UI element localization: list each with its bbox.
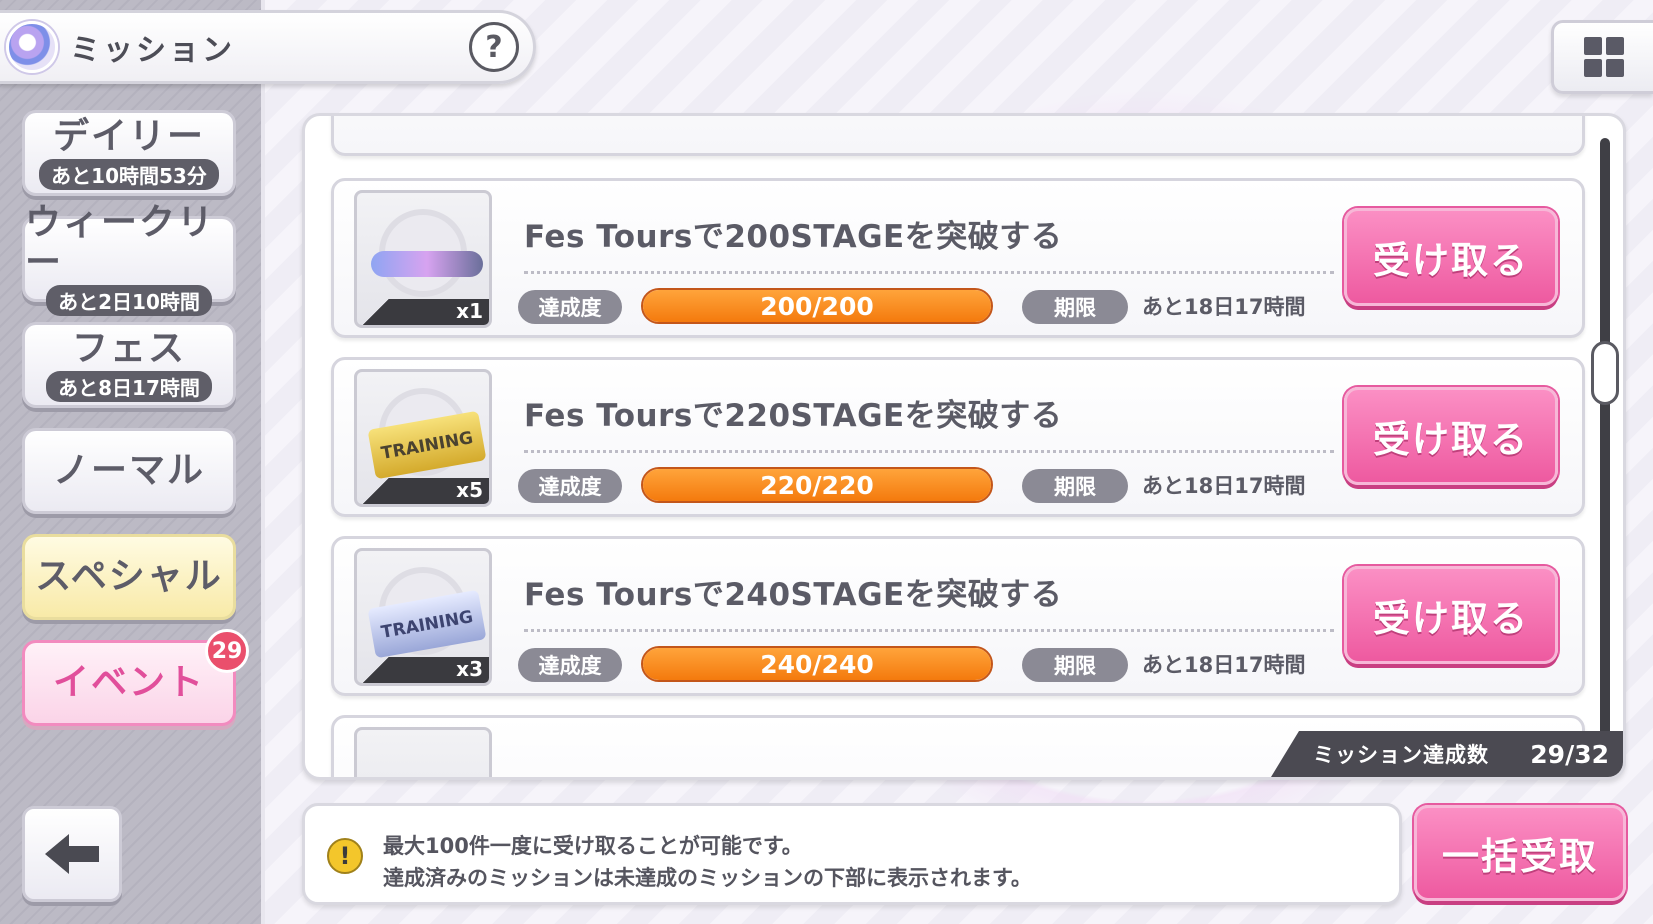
sidebar: デイリー あと10時間53分 ウィークリー あと2日10時間 フェス あと8日1… [0, 0, 265, 924]
mission-row: x1 Fes Toursで200STAGEを突破する 達成度 200/200 期… [331, 178, 1585, 338]
progress-bar: 220/220 [641, 467, 993, 503]
menu-button[interactable] [1551, 20, 1653, 94]
sidebar-item-timer: あと2日10時間 [46, 284, 212, 316]
divider [524, 629, 1334, 632]
deadline-value: あと18日17時間 [1142, 295, 1306, 319]
mission-count-label: ミッション達成数 [1313, 743, 1489, 767]
page-title: ミッション [70, 33, 235, 68]
mission-count-value: 29/32 [1530, 739, 1609, 769]
help-button[interactable]: ? [469, 22, 519, 72]
sidebar-item-special[interactable]: スペシャル [22, 534, 236, 620]
divider [524, 271, 1334, 274]
progress-value: 240/240 [760, 649, 874, 679]
sidebar-item-timer: あと10時間53分 [39, 158, 219, 190]
scrollbar-thumb[interactable] [1591, 341, 1619, 405]
sidebar-item-label: フェス [71, 327, 186, 369]
notice-line-1: 最大100件一度に受け取ることが可能です。 [383, 834, 803, 858]
deadline-label: 期限 [1022, 469, 1128, 503]
sidebar-item-fes[interactable]: フェス あと8日17時間 [22, 322, 236, 408]
reward-thumbnail: x1 [354, 190, 492, 328]
sidebar-item-timer: あと8日17時間 [46, 370, 212, 402]
mission-row: TRAINING x3 Fes Toursで240STAGEを突破する 達成度 … [331, 536, 1585, 696]
progress-value: 200/200 [760, 291, 874, 321]
info-notice: ! 最大100件一度に受け取ることが可能です。 達成済みのミッションは未達成のミ… [302, 803, 1402, 905]
sidebar-item-label: ノーマル [52, 450, 205, 491]
sidebar-item-normal[interactable]: ノーマル [22, 428, 236, 514]
scrollbar[interactable] [1600, 138, 1610, 736]
warning-icon: ! [327, 838, 363, 874]
notice-line-2: 達成済みのミッションは未達成のミッションの下部に表示されます。 [383, 866, 1032, 890]
sidebar-item-label: ウィークリー [25, 201, 216, 283]
reward-quantity: x5 [456, 478, 483, 502]
claim-button[interactable]: 受け取る [1344, 566, 1558, 664]
deadline-label: 期限 [1022, 648, 1128, 682]
reward-thumbnail: TRAINING x3 [354, 548, 492, 686]
deadline-value: あと18日17時間 [1142, 653, 1306, 677]
progress-label: 達成度 [518, 469, 622, 503]
page-header: ミッション ? [0, 10, 536, 84]
progress-label: 達成度 [518, 648, 622, 682]
reward-thumbnail [354, 727, 492, 777]
notification-badge: 29 [205, 629, 249, 673]
progress-label: 達成度 [518, 290, 622, 324]
mission-title: Fes Toursで220STAGEを突破する [524, 398, 1063, 434]
reward-quantity: x3 [456, 657, 483, 681]
reward-thumbnail: TRAINING x5 [354, 369, 492, 507]
question-icon: ? [485, 29, 503, 65]
mission-row: TRAINING x5 Fes Toursで220STAGEを突破する 達成度 … [331, 357, 1585, 517]
sidebar-item-label: デイリー [52, 115, 205, 157]
claim-button[interactable]: 受け取る [1344, 208, 1558, 306]
progress-value: 220/220 [760, 470, 874, 500]
grid-icon [1583, 37, 1602, 55]
deadline-value: あと18日17時間 [1142, 474, 1306, 498]
sidebar-item-weekly[interactable]: ウィークリー あと2日10時間 [22, 202, 236, 316]
mission-row-partial [331, 116, 1585, 156]
mission-list[interactable]: x1 Fes Toursで200STAGEを突破する 達成度 200/200 期… [302, 113, 1626, 780]
arrow-left-icon [45, 834, 99, 874]
sidebar-item-event[interactable]: イベント 29 [22, 629, 249, 726]
progress-bar: 240/240 [641, 646, 993, 682]
sidebar-item-daily[interactable]: デイリー あと10時間53分 [22, 110, 236, 196]
mission-count-bar: ミッション達成数 29/32 [1271, 731, 1623, 777]
back-button[interactable] [22, 806, 122, 902]
sidebar-item-label: イベント [52, 662, 205, 703]
claim-button[interactable]: 受け取る [1344, 387, 1558, 485]
deadline-label: 期限 [1022, 290, 1128, 324]
bulk-claim-button[interactable]: 一括受取 [1414, 805, 1626, 901]
mission-title: Fes Toursで240STAGEを突破する [524, 577, 1063, 613]
divider [524, 450, 1334, 453]
mission-logo-icon [6, 21, 58, 73]
sidebar-item-label: スペシャル [35, 556, 223, 597]
progress-bar: 200/200 [641, 288, 993, 324]
mission-title: Fes Toursで200STAGEを突破する [524, 219, 1063, 255]
reward-item [371, 251, 483, 277]
reward-quantity: x1 [456, 299, 483, 323]
